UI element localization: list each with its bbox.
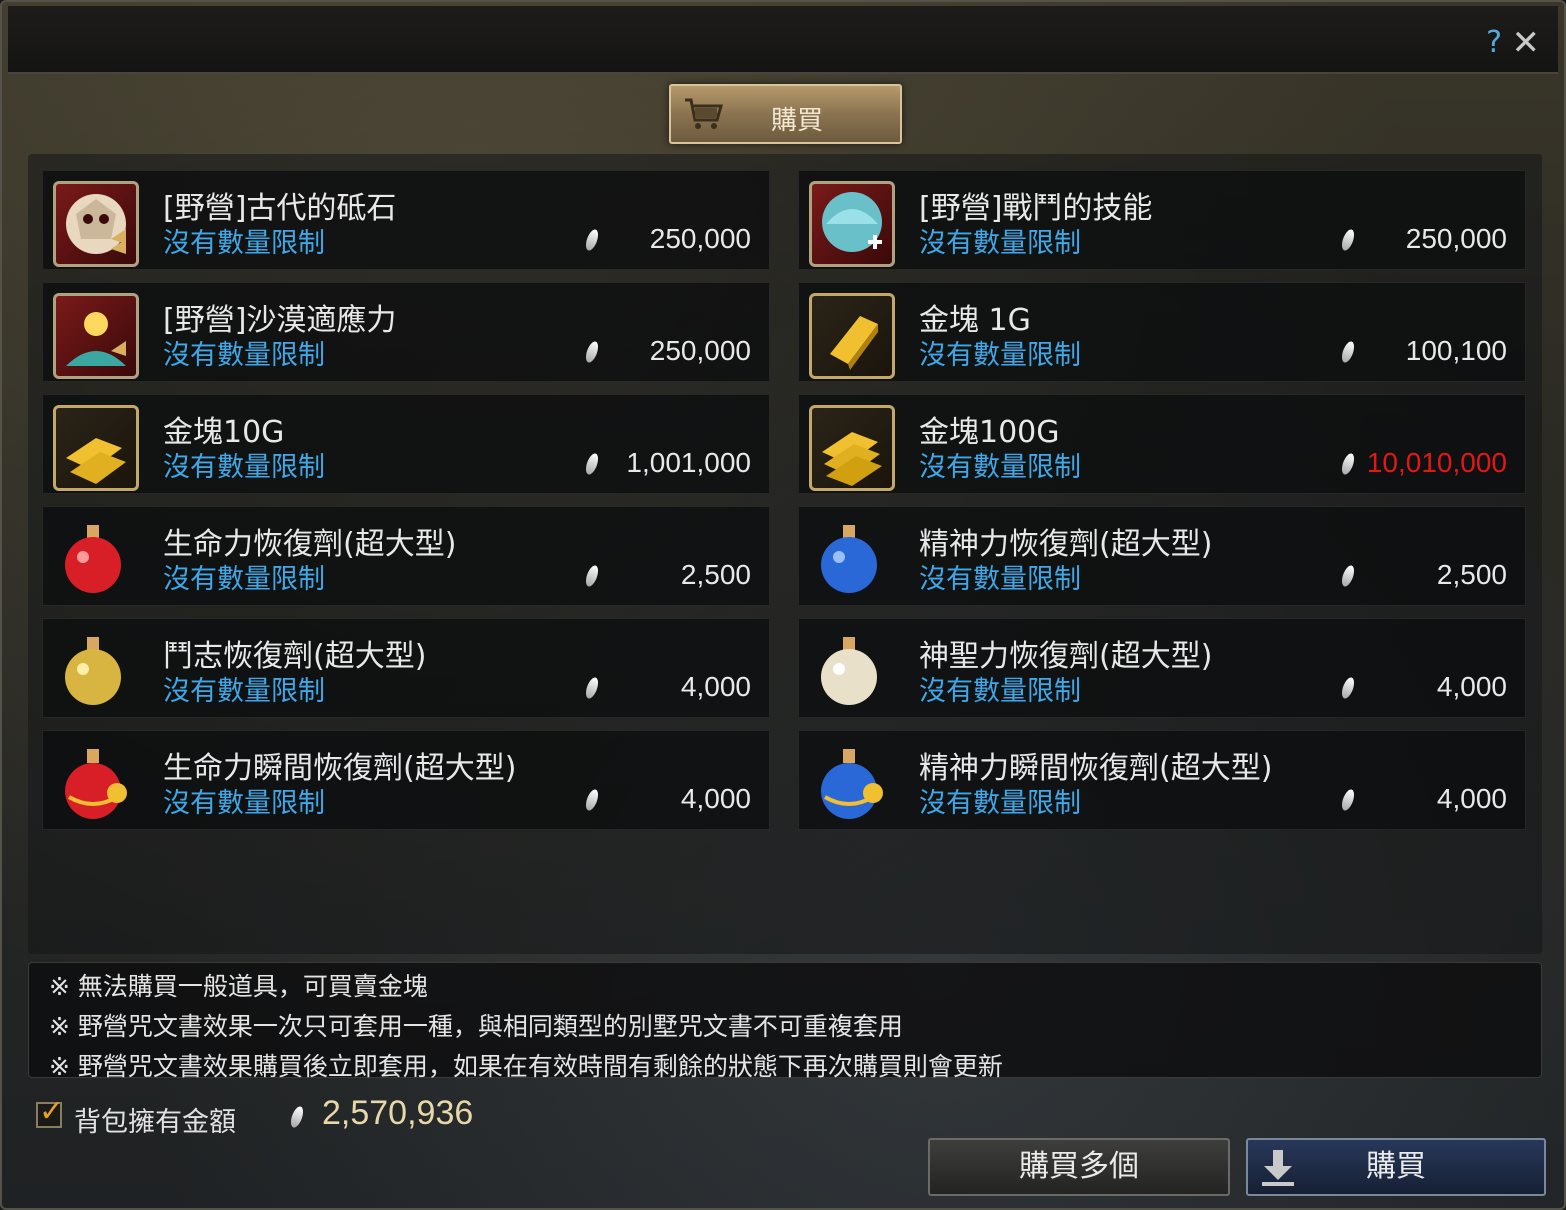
item-price: 2,500 <box>680 559 751 590</box>
notes-panel: ※ 無法購買一般道具，可買賣金塊 ※ 野營咒文書效果一次只可套用一種，與相同類型… <box>28 962 1542 1081</box>
item-price: 250,000 <box>649 335 751 366</box>
item-icon-frame <box>809 741 895 827</box>
inventory-money-checkbox[interactable]: ✓ <box>36 1094 64 1129</box>
gold-bars-stack-icon <box>822 432 882 486</box>
silver-coin-icon <box>583 451 601 477</box>
shop-item[interactable]: 生命力瞬間恢復劑(超大型) 沒有數量限制 4,000 <box>42 730 770 830</box>
item-icon-frame <box>809 293 895 379</box>
title-bar[interactable]: ? ✕ <box>8 6 1558 74</box>
silver-coin-icon <box>583 339 601 365</box>
white-potion-icon <box>821 637 877 705</box>
item-limit: 沒有數量限制 <box>919 564 1081 595</box>
tab-buy[interactable]: 購買 <box>669 84 902 144</box>
silver-coin-icon <box>1339 339 1357 365</box>
buy-button-label: 購買 <box>1366 1149 1426 1184</box>
item-price: 4,000 <box>1436 671 1507 702</box>
yellow-potion-icon <box>65 637 121 705</box>
item-icon-frame <box>53 629 139 715</box>
shop-item[interactable]: [野營]戰鬥的技能 沒有數量限制 250,000 <box>798 170 1526 270</box>
close-icon[interactable]: ✕ <box>1512 26 1541 60</box>
item-limit: 沒有數量限制 <box>919 676 1081 707</box>
item-limit: 沒有數量限制 <box>163 676 325 707</box>
tab-buy-label: 購買 <box>771 106 824 136</box>
silver-coin-icon <box>1339 563 1357 589</box>
item-price: 250,000 <box>1405 223 1507 254</box>
shield-heal-icon <box>822 192 882 252</box>
item-limit: 沒有數量限制 <box>163 564 325 595</box>
item-price: 2,500 <box>1436 559 1507 590</box>
item-price: 4,000 <box>680 671 751 702</box>
gold-bars-icon <box>66 438 126 484</box>
shop-item[interactable]: 金塊100G 沒有數量限制 10,010,000 <box>798 394 1526 494</box>
buy-button[interactable]: 購買 <box>1246 1138 1546 1196</box>
buy-multiple-button[interactable]: 購買多個 <box>928 1138 1230 1196</box>
cart-icon <box>685 98 723 129</box>
item-limit: 沒有數量限制 <box>163 228 325 259</box>
item-limit: 沒有數量限制 <box>919 340 1081 371</box>
help-icon[interactable]: ? <box>1486 28 1502 58</box>
item-icon-frame <box>809 517 895 603</box>
item-price: 250,000 <box>649 223 751 254</box>
shop-item[interactable]: 精神力瞬間恢復劑(超大型) 沒有數量限制 4,000 <box>798 730 1526 830</box>
silver-coin-icon <box>1339 675 1357 701</box>
item-icon-frame <box>809 181 895 267</box>
note-line: ※ 野營咒文書效果一次只可套用一種，與相同類型的別墅咒文書不可重複套用 <box>49 1012 903 1041</box>
silver-coin-icon <box>583 675 601 701</box>
item-icon-frame <box>53 181 139 267</box>
shop-item[interactable]: 神聖力恢復劑(超大型) 沒有數量限制 4,000 <box>798 618 1526 718</box>
item-price: 4,000 <box>680 783 751 814</box>
note-line: ※ 野營咒文書效果購買後立即套用，如果在有效時間有剩餘的狀態下再次購買則會更新 <box>49 1052 1003 1081</box>
gold-bar-icon <box>830 316 878 370</box>
item-limit: 沒有數量限制 <box>163 788 325 819</box>
shop-item[interactable]: 金塊 1G 沒有數量限制 100,100 <box>798 282 1526 382</box>
shop-item[interactable]: [野營]古代的砥石 沒有數量限制 250,000 <box>42 170 770 270</box>
item-limit: 沒有數量限制 <box>919 452 1081 483</box>
item-limit: 沒有數量限制 <box>163 452 325 483</box>
item-limit: 沒有數量限制 <box>163 340 325 371</box>
item-price: 4,000 <box>1436 783 1507 814</box>
item-price: 1,001,000 <box>626 447 751 478</box>
red-instant-potion-icon <box>65 749 127 819</box>
item-icon-frame <box>809 629 895 715</box>
shop-window: ? ✕ 購買 [野營]古代的砥石 沒有數量限制 250,000 [野營]戰鬥的技能 沒有… <box>0 0 1566 1210</box>
shop-item[interactable]: 鬥志恢復劑(超大型) 沒有數量限制 4,000 <box>42 618 770 718</box>
silver-coin-icon <box>288 1104 306 1130</box>
shop-item[interactable]: 生命力恢復劑(超大型) 沒有數量限制 2,500 <box>42 506 770 606</box>
item-icon-frame <box>809 405 895 491</box>
item-icon-frame <box>53 293 139 379</box>
silver-coin-icon <box>583 563 601 589</box>
item-icon-frame <box>53 517 139 603</box>
silver-coin-icon <box>1339 451 1357 477</box>
shop-item[interactable]: 精神力恢復劑(超大型) 沒有數量限制 2,500 <box>798 506 1526 606</box>
blue-potion-icon <box>821 525 877 593</box>
download-icon <box>1262 1150 1294 1186</box>
silver-coin-icon <box>583 787 601 813</box>
item-price: 10,010,000 <box>1366 447 1507 478</box>
beast-skull-icon <box>66 194 126 254</box>
note-line: ※ 無法購買一般道具，可買賣金塊 <box>49 972 428 1001</box>
check-icon: ✓ <box>39 1094 65 1129</box>
inventory-money-value: 2,570,936 <box>322 1094 474 1132</box>
red-potion-icon <box>65 525 121 593</box>
inventory-money-label: 背包擁有金額 <box>74 1107 236 1138</box>
blue-instant-potion-icon <box>821 749 883 819</box>
silver-coin-icon <box>583 227 601 253</box>
desert-sun-icon <box>66 312 126 366</box>
shop-item[interactable]: 金塊10G 沒有數量限制 1,001,000 <box>42 394 770 494</box>
item-limit: 沒有數量限制 <box>919 228 1081 259</box>
item-icon-frame <box>53 405 139 491</box>
item-limit: 沒有數量限制 <box>919 788 1081 819</box>
shop-item[interactable]: [野營]沙漠適應力 沒有數量限制 250,000 <box>42 282 770 382</box>
silver-coin-icon <box>1339 227 1357 253</box>
item-icon-frame <box>53 741 139 827</box>
silver-coin-icon <box>1339 787 1357 813</box>
item-price: 100,100 <box>1405 335 1507 366</box>
